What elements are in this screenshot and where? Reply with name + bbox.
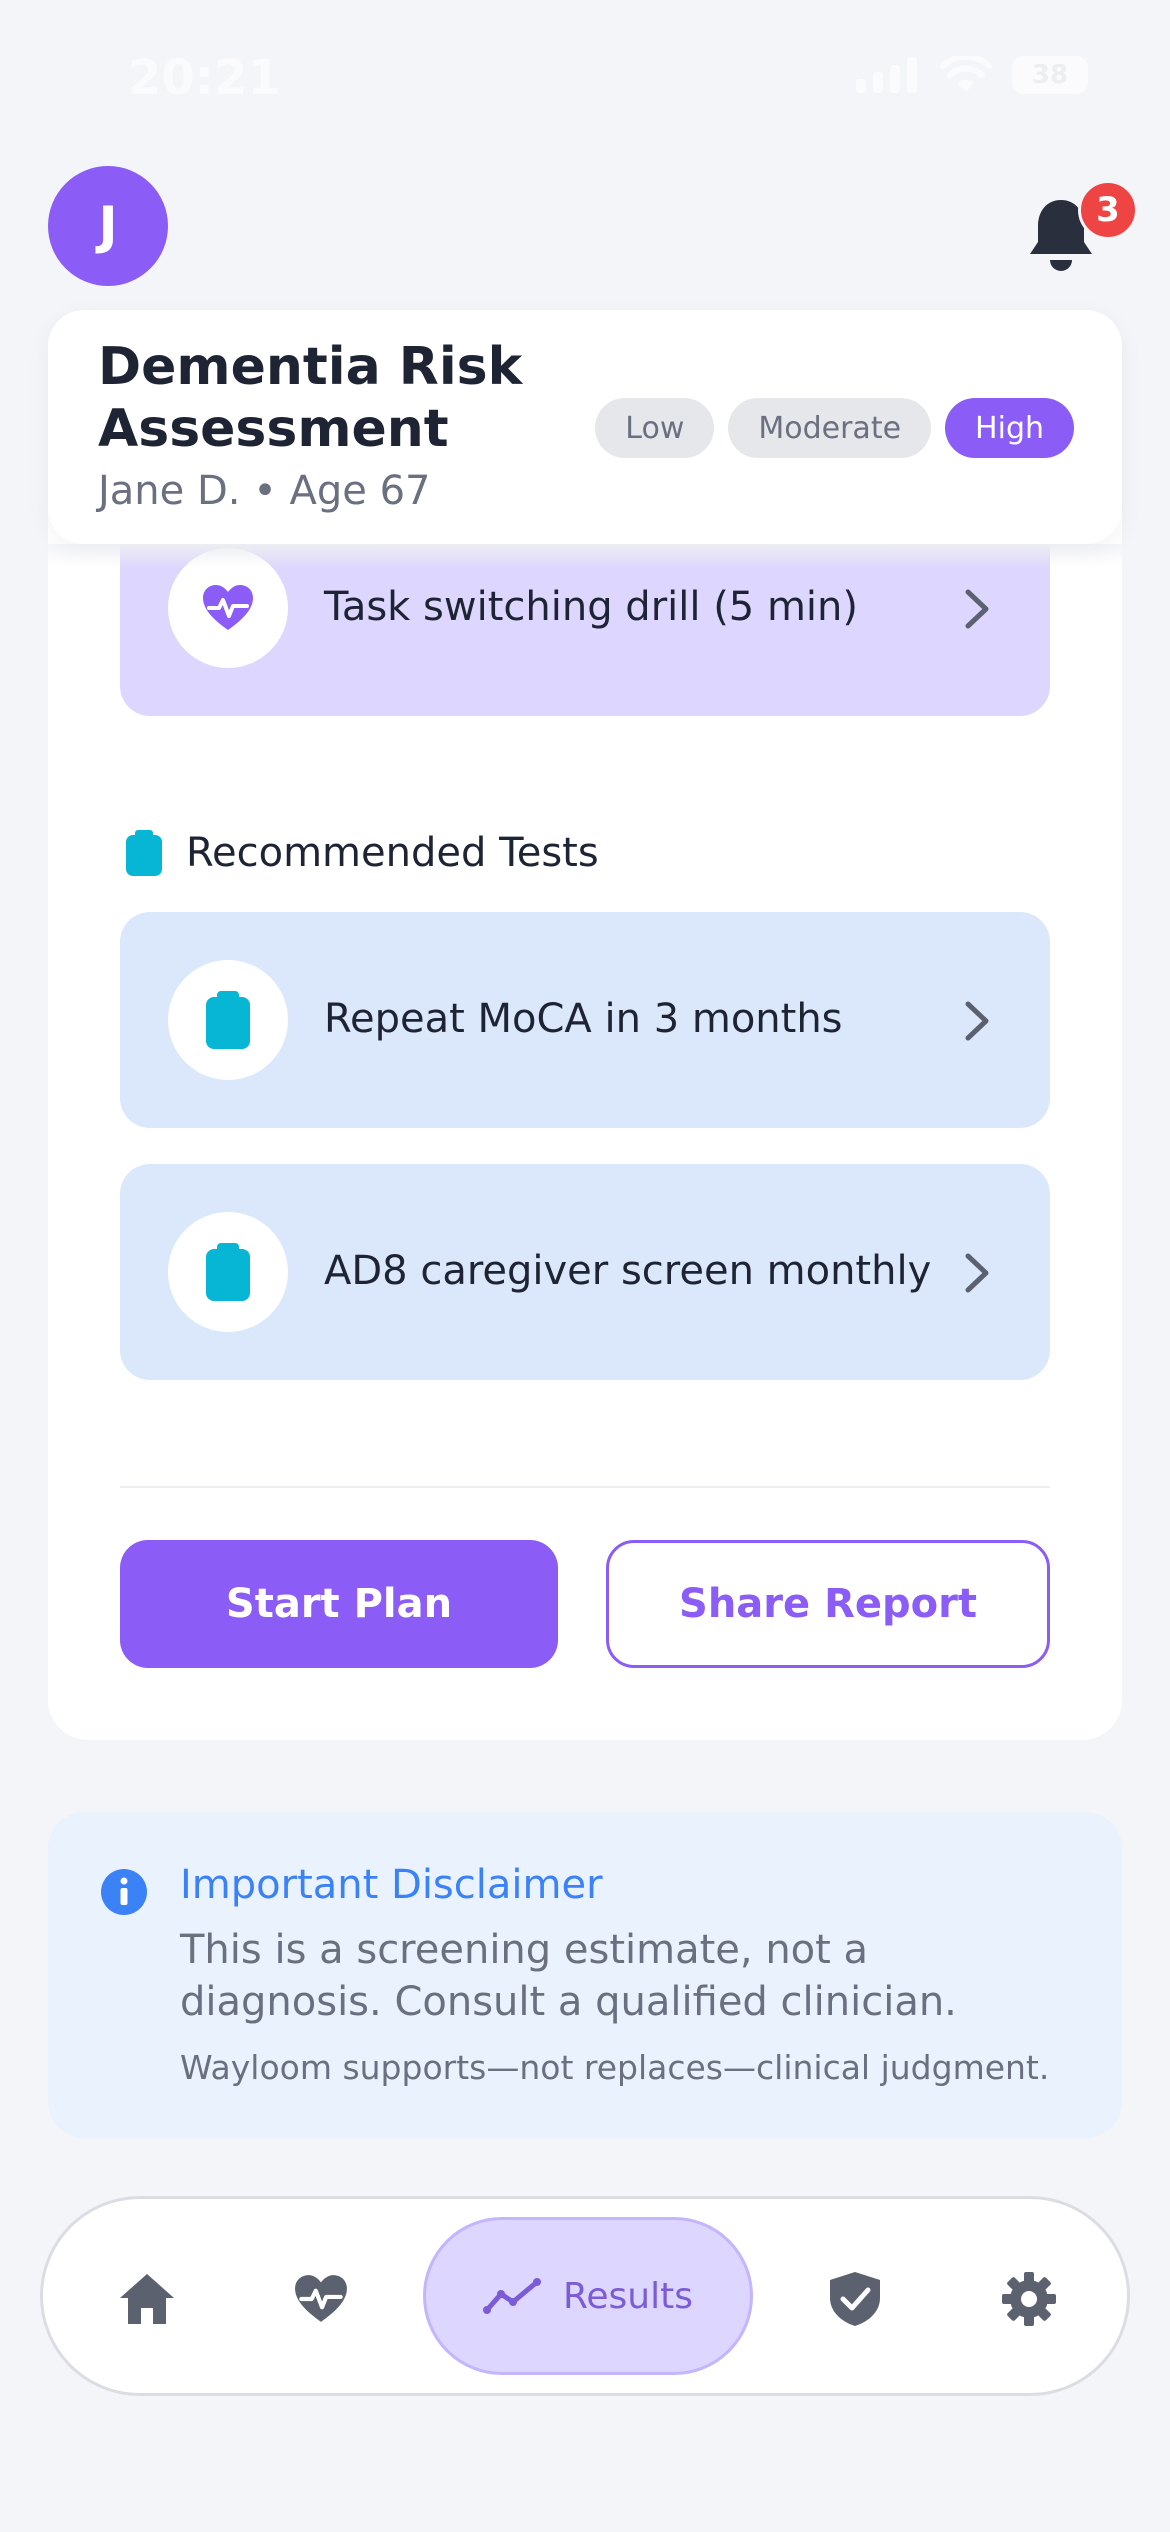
notification-badge: 3: [1078, 180, 1138, 240]
risk-pill-high[interactable]: High: [945, 398, 1074, 458]
header-shadow: [0, 544, 1170, 568]
status-time: 20:21: [128, 50, 281, 106]
disclaimer-note: Wayloom supports—not replaces—clinical j…: [180, 2048, 1050, 2087]
patient-info: Jane D. • Age 67: [98, 468, 431, 514]
heart-pulse-icon: [203, 585, 253, 630]
start-plan-button[interactable]: Start Plan: [120, 1540, 558, 1668]
test-item[interactable]: Repeat MoCA in 3 months: [120, 912, 1050, 1128]
disclaimer-card: Important Disclaimer This is a screening…: [48, 1812, 1122, 2138]
clipboard-icon: [206, 1243, 250, 1301]
activity-label: Task switching drill (5 min): [324, 584, 859, 630]
bottom-nav: Results: [40, 2196, 1130, 2396]
shield-check-icon: [830, 2272, 880, 2326]
home-icon: [120, 2274, 174, 2324]
test-label: Repeat MoCA in 3 months: [324, 996, 843, 1042]
section-title: Recommended Tests: [186, 830, 599, 876]
wifi-icon: [940, 56, 992, 92]
status-icons: 38: [856, 56, 1088, 94]
test-item[interactable]: AD8 caregiver screen monthly: [120, 1164, 1050, 1380]
test-icon-circle: [168, 960, 288, 1080]
nav-home[interactable]: [97, 2249, 197, 2349]
chevron-right-icon: [965, 1001, 989, 1041]
nav-results-label: Results: [563, 2275, 693, 2317]
nav-health[interactable]: [271, 2249, 371, 2349]
info-icon: [101, 1869, 147, 1915]
trend-line-icon: [483, 2278, 541, 2314]
recommended-tests-heading: Recommended Tests: [126, 830, 599, 876]
test-label: AD8 caregiver screen monthly: [324, 1248, 932, 1294]
test-icon-circle: [168, 1212, 288, 1332]
divider: [120, 1486, 1050, 1488]
battery-icon: 38: [1012, 56, 1088, 94]
heart-pulse-icon: [295, 2275, 347, 2322]
nav-settings[interactable]: [979, 2249, 1079, 2349]
assessment-header: Dementia Risk Assessment Jane D. • Age 6…: [48, 310, 1122, 544]
assessment-card: Task switching drill (5 min) Recommended…: [48, 440, 1122, 1740]
disclaimer-title: Important Disclaimer: [180, 1862, 603, 1908]
risk-pill-moderate[interactable]: Moderate: [728, 398, 932, 458]
chevron-right-icon: [965, 589, 989, 629]
battery-level: 38: [1031, 60, 1069, 90]
clipboard-icon: [126, 830, 162, 876]
nav-security[interactable]: [805, 2249, 905, 2349]
clipboard-icon: [206, 991, 250, 1049]
status-bar: 20:21 38: [0, 0, 1170, 150]
avatar-initial: J: [98, 196, 118, 256]
page-title: Dementia Risk Assessment: [98, 337, 523, 459]
share-report-button[interactable]: Share Report: [606, 1540, 1050, 1668]
risk-level-selector: Low Moderate High: [595, 398, 1074, 458]
gear-icon: [1002, 2272, 1056, 2326]
notifications-button[interactable]: 3: [1026, 180, 1138, 280]
nav-results[interactable]: Results: [423, 2217, 753, 2375]
disclaimer-text: This is a screening estimate, not a diag…: [180, 1927, 957, 2025]
avatar[interactable]: J: [48, 166, 168, 286]
signal-icon: [856, 57, 917, 93]
risk-pill-low[interactable]: Low: [595, 398, 715, 458]
chevron-right-icon: [965, 1253, 989, 1293]
